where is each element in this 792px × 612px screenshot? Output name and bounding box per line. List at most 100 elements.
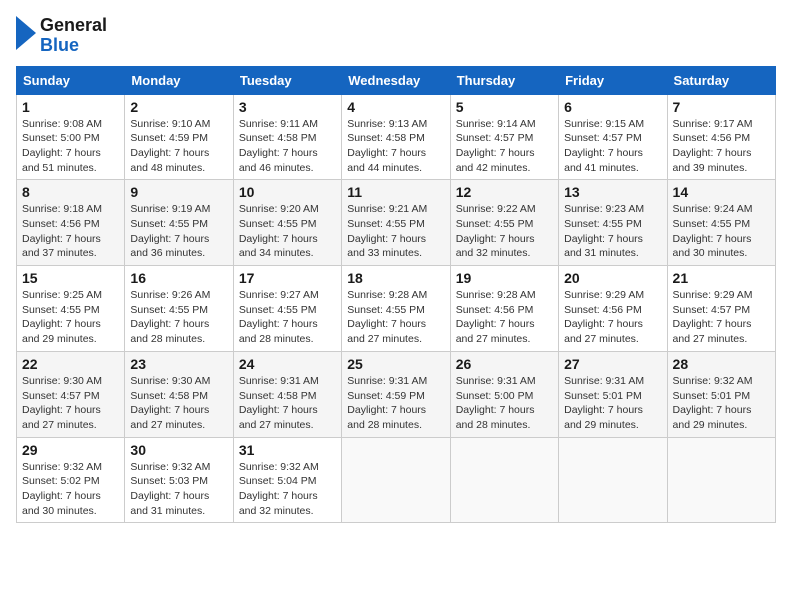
day-number: 7 bbox=[673, 99, 770, 115]
calendar-day-cell bbox=[667, 437, 775, 523]
calendar-day-cell: 27 Sunrise: 9:31 AMSunset: 5:01 PMDaylig… bbox=[559, 351, 667, 437]
day-info: Sunrise: 9:14 AMSunset: 4:57 PMDaylight:… bbox=[456, 117, 553, 176]
day-number: 9 bbox=[130, 184, 227, 200]
day-number: 12 bbox=[456, 184, 553, 200]
day-info: Sunrise: 9:32 AMSunset: 5:03 PMDaylight:… bbox=[130, 460, 227, 519]
day-number: 22 bbox=[22, 356, 119, 372]
day-number: 27 bbox=[564, 356, 661, 372]
calendar-day-cell: 17 Sunrise: 9:27 AMSunset: 4:55 PMDaylig… bbox=[233, 266, 341, 352]
day-info: Sunrise: 9:31 AMSunset: 5:00 PMDaylight:… bbox=[456, 374, 553, 433]
day-number: 25 bbox=[347, 356, 444, 372]
day-number: 1 bbox=[22, 99, 119, 115]
calendar-day-cell: 8 Sunrise: 9:18 AMSunset: 4:56 PMDayligh… bbox=[17, 180, 125, 266]
calendar-day-cell bbox=[342, 437, 450, 523]
day-number: 16 bbox=[130, 270, 227, 286]
logo: General Blue bbox=[16, 16, 107, 56]
calendar-day-cell: 6 Sunrise: 9:15 AMSunset: 4:57 PMDayligh… bbox=[559, 94, 667, 180]
day-number: 4 bbox=[347, 99, 444, 115]
day-number: 29 bbox=[22, 442, 119, 458]
day-info: Sunrise: 9:25 AMSunset: 4:55 PMDaylight:… bbox=[22, 288, 119, 347]
day-number: 14 bbox=[673, 184, 770, 200]
calendar-day-header: Wednesday bbox=[342, 66, 450, 94]
day-number: 23 bbox=[130, 356, 227, 372]
day-info: Sunrise: 9:13 AMSunset: 4:58 PMDaylight:… bbox=[347, 117, 444, 176]
day-info: Sunrise: 9:21 AMSunset: 4:55 PMDaylight:… bbox=[347, 202, 444, 261]
day-number: 8 bbox=[22, 184, 119, 200]
calendar-day-header: Saturday bbox=[667, 66, 775, 94]
logo-chevron-icon bbox=[16, 16, 36, 50]
page-header: General Blue bbox=[16, 16, 776, 56]
calendar-day-cell: 1 Sunrise: 9:08 AMSunset: 5:00 PMDayligh… bbox=[17, 94, 125, 180]
calendar-day-cell: 14 Sunrise: 9:24 AMSunset: 4:55 PMDaylig… bbox=[667, 180, 775, 266]
day-info: Sunrise: 9:27 AMSunset: 4:55 PMDaylight:… bbox=[239, 288, 336, 347]
calendar-week-row: 1 Sunrise: 9:08 AMSunset: 5:00 PMDayligh… bbox=[17, 94, 776, 180]
logo-text-blue: Blue bbox=[40, 36, 107, 56]
calendar-day-cell: 18 Sunrise: 9:28 AMSunset: 4:55 PMDaylig… bbox=[342, 266, 450, 352]
calendar-day-cell: 12 Sunrise: 9:22 AMSunset: 4:55 PMDaylig… bbox=[450, 180, 558, 266]
day-info: Sunrise: 9:31 AMSunset: 4:58 PMDaylight:… bbox=[239, 374, 336, 433]
calendar-day-cell: 9 Sunrise: 9:19 AMSunset: 4:55 PMDayligh… bbox=[125, 180, 233, 266]
day-number: 2 bbox=[130, 99, 227, 115]
day-info: Sunrise: 9:11 AMSunset: 4:58 PMDaylight:… bbox=[239, 117, 336, 176]
calendar-day-cell: 31 Sunrise: 9:32 AMSunset: 5:04 PMDaylig… bbox=[233, 437, 341, 523]
day-info: Sunrise: 9:20 AMSunset: 4:55 PMDaylight:… bbox=[239, 202, 336, 261]
calendar-week-row: 22 Sunrise: 9:30 AMSunset: 4:57 PMDaylig… bbox=[17, 351, 776, 437]
day-number: 3 bbox=[239, 99, 336, 115]
calendar-day-cell: 7 Sunrise: 9:17 AMSunset: 4:56 PMDayligh… bbox=[667, 94, 775, 180]
calendar-day-header: Tuesday bbox=[233, 66, 341, 94]
logo-icon-container bbox=[16, 16, 36, 55]
day-info: Sunrise: 9:30 AMSunset: 4:57 PMDaylight:… bbox=[22, 374, 119, 433]
calendar-day-cell: 28 Sunrise: 9:32 AMSunset: 5:01 PMDaylig… bbox=[667, 351, 775, 437]
calendar-day-cell: 5 Sunrise: 9:14 AMSunset: 4:57 PMDayligh… bbox=[450, 94, 558, 180]
calendar-week-row: 15 Sunrise: 9:25 AMSunset: 4:55 PMDaylig… bbox=[17, 266, 776, 352]
calendar-day-cell: 15 Sunrise: 9:25 AMSunset: 4:55 PMDaylig… bbox=[17, 266, 125, 352]
calendar-day-header: Monday bbox=[125, 66, 233, 94]
day-number: 31 bbox=[239, 442, 336, 458]
day-number: 24 bbox=[239, 356, 336, 372]
day-info: Sunrise: 9:18 AMSunset: 4:56 PMDaylight:… bbox=[22, 202, 119, 261]
day-info: Sunrise: 9:32 AMSunset: 5:01 PMDaylight:… bbox=[673, 374, 770, 433]
calendar-day-cell: 4 Sunrise: 9:13 AMSunset: 4:58 PMDayligh… bbox=[342, 94, 450, 180]
day-number: 19 bbox=[456, 270, 553, 286]
day-info: Sunrise: 9:26 AMSunset: 4:55 PMDaylight:… bbox=[130, 288, 227, 347]
day-info: Sunrise: 9:10 AMSunset: 4:59 PMDaylight:… bbox=[130, 117, 227, 176]
calendar-day-cell: 22 Sunrise: 9:30 AMSunset: 4:57 PMDaylig… bbox=[17, 351, 125, 437]
calendar-day-cell: 3 Sunrise: 9:11 AMSunset: 4:58 PMDayligh… bbox=[233, 94, 341, 180]
calendar-day-cell: 13 Sunrise: 9:23 AMSunset: 4:55 PMDaylig… bbox=[559, 180, 667, 266]
day-info: Sunrise: 9:19 AMSunset: 4:55 PMDaylight:… bbox=[130, 202, 227, 261]
day-info: Sunrise: 9:08 AMSunset: 5:00 PMDaylight:… bbox=[22, 117, 119, 176]
calendar-day-cell bbox=[450, 437, 558, 523]
calendar-header-row: SundayMondayTuesdayWednesdayThursdayFrid… bbox=[17, 66, 776, 94]
day-info: Sunrise: 9:17 AMSunset: 4:56 PMDaylight:… bbox=[673, 117, 770, 176]
calendar-day-cell: 29 Sunrise: 9:32 AMSunset: 5:02 PMDaylig… bbox=[17, 437, 125, 523]
day-number: 28 bbox=[673, 356, 770, 372]
day-number: 30 bbox=[130, 442, 227, 458]
day-info: Sunrise: 9:28 AMSunset: 4:55 PMDaylight:… bbox=[347, 288, 444, 347]
day-number: 15 bbox=[22, 270, 119, 286]
calendar-day-cell bbox=[559, 437, 667, 523]
calendar-day-cell: 10 Sunrise: 9:20 AMSunset: 4:55 PMDaylig… bbox=[233, 180, 341, 266]
calendar-week-row: 8 Sunrise: 9:18 AMSunset: 4:56 PMDayligh… bbox=[17, 180, 776, 266]
day-info: Sunrise: 9:32 AMSunset: 5:02 PMDaylight:… bbox=[22, 460, 119, 519]
day-number: 5 bbox=[456, 99, 553, 115]
day-number: 20 bbox=[564, 270, 661, 286]
day-number: 10 bbox=[239, 184, 336, 200]
day-number: 13 bbox=[564, 184, 661, 200]
calendar-day-cell: 2 Sunrise: 9:10 AMSunset: 4:59 PMDayligh… bbox=[125, 94, 233, 180]
day-info: Sunrise: 9:23 AMSunset: 4:55 PMDaylight:… bbox=[564, 202, 661, 261]
day-number: 17 bbox=[239, 270, 336, 286]
day-info: Sunrise: 9:31 AMSunset: 4:59 PMDaylight:… bbox=[347, 374, 444, 433]
logo-text-general: General bbox=[40, 16, 107, 36]
calendar-day-cell: 16 Sunrise: 9:26 AMSunset: 4:55 PMDaylig… bbox=[125, 266, 233, 352]
calendar-table: SundayMondayTuesdayWednesdayThursdayFrid… bbox=[16, 66, 776, 524]
calendar-day-cell: 23 Sunrise: 9:30 AMSunset: 4:58 PMDaylig… bbox=[125, 351, 233, 437]
calendar-day-cell: 19 Sunrise: 9:28 AMSunset: 4:56 PMDaylig… bbox=[450, 266, 558, 352]
day-info: Sunrise: 9:31 AMSunset: 5:01 PMDaylight:… bbox=[564, 374, 661, 433]
calendar-day-cell: 25 Sunrise: 9:31 AMSunset: 4:59 PMDaylig… bbox=[342, 351, 450, 437]
day-number: 11 bbox=[347, 184, 444, 200]
calendar-day-header: Friday bbox=[559, 66, 667, 94]
calendar-day-header: Sunday bbox=[17, 66, 125, 94]
logo-container: General Blue bbox=[16, 16, 107, 56]
day-info: Sunrise: 9:15 AMSunset: 4:57 PMDaylight:… bbox=[564, 117, 661, 176]
calendar-week-row: 29 Sunrise: 9:32 AMSunset: 5:02 PMDaylig… bbox=[17, 437, 776, 523]
